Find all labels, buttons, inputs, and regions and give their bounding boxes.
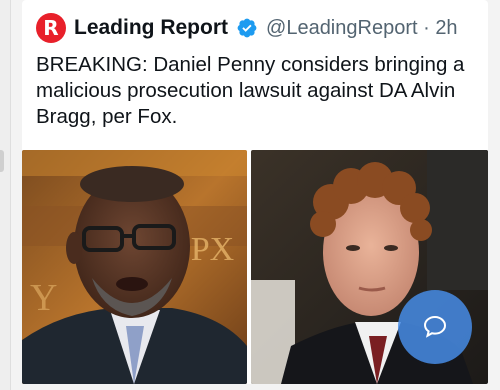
author-handle[interactable]: @LeadingReport · 2h	[266, 17, 458, 40]
tweet-timestamp[interactable]: 2h	[435, 17, 457, 39]
left-photo-image: EPX Y	[22, 150, 247, 384]
chat-bubble-icon	[423, 315, 447, 338]
screen-left-edge	[0, 0, 11, 390]
separator-dot: ·	[417, 16, 436, 39]
handle-text[interactable]: @LeadingReport	[266, 17, 418, 39]
background-lettering-2: Y	[30, 277, 57, 319]
leading-report-logo[interactable]: R	[36, 13, 66, 43]
verified-badge-icon	[237, 18, 257, 38]
left-photo[interactable]: EPX Y	[22, 150, 247, 384]
floating-chat-button[interactable]	[398, 290, 472, 364]
tweet-text: BREAKING: Daniel Penny considers bringin…	[36, 53, 465, 128]
author-name[interactable]: Leading Report	[74, 16, 228, 40]
tweet-header: R Leading Report @LeadingReport · 2h	[36, 12, 458, 44]
edge-handle[interactable]	[0, 150, 4, 172]
